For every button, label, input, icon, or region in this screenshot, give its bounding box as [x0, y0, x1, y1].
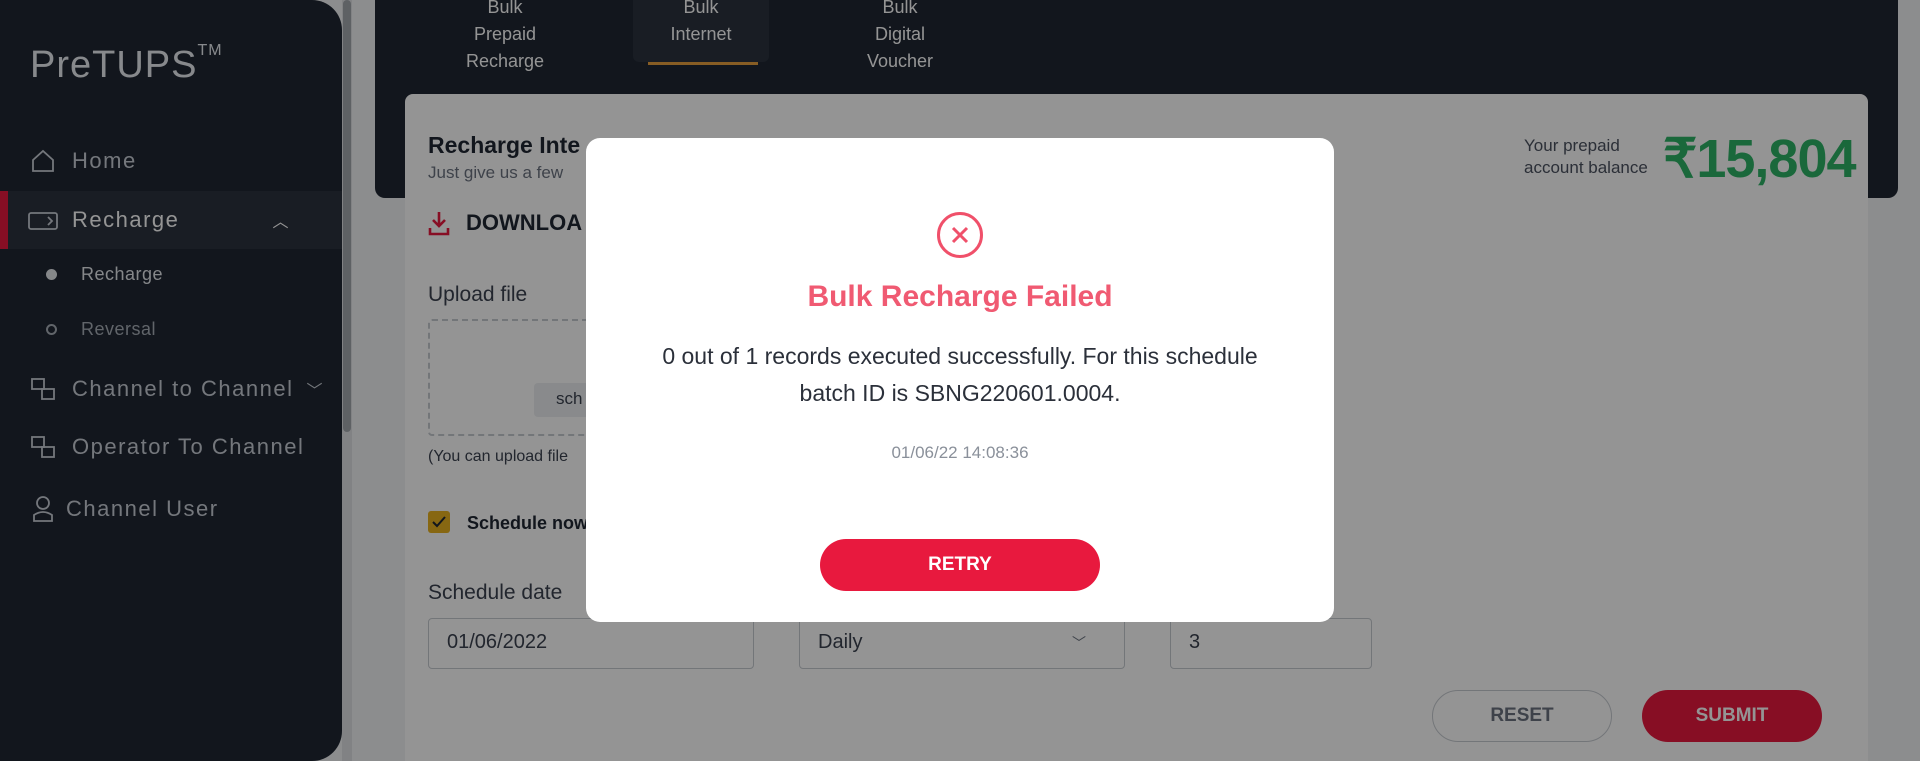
- dialog-message: 0 out of 1 records executed successfully…: [662, 343, 1258, 406]
- dialog-title: Bulk Recharge Failed: [807, 280, 1113, 313]
- error-icon: [937, 212, 983, 258]
- dialog-timestamp: 01/06/22 14:08:36: [891, 443, 1029, 462]
- retry-button[interactable]: RETRY: [820, 539, 1100, 591]
